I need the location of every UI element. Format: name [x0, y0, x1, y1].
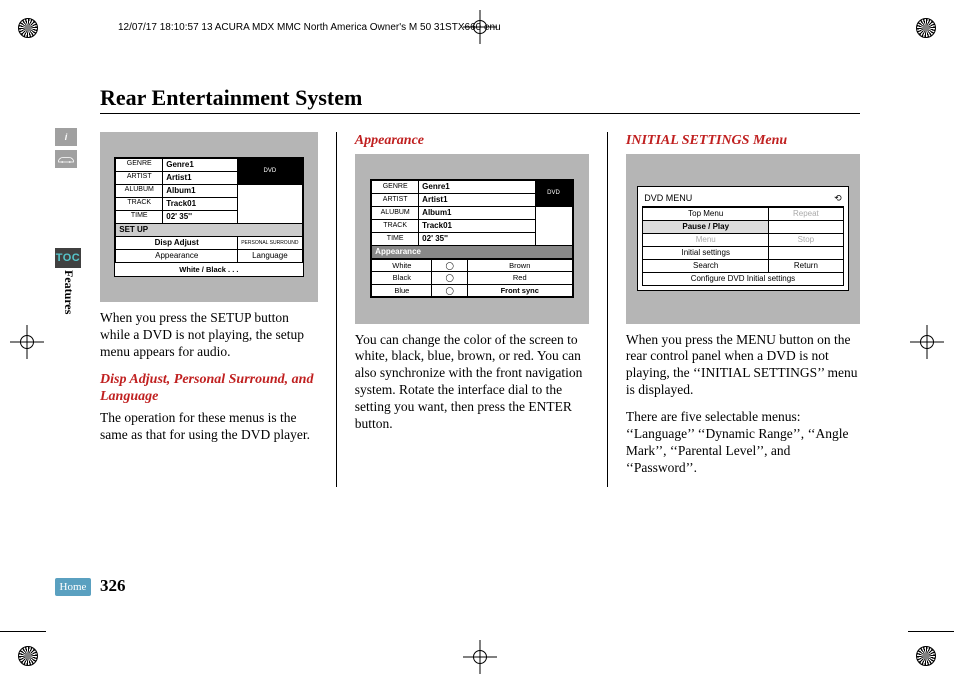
section-tab: Features [61, 270, 76, 314]
col3-heading: INITIAL SETTINGS Menu [626, 132, 860, 150]
column-1: GENREGenre1DVD ARTISTArtist1 ALUBUMAlbum… [100, 132, 318, 487]
info-icon[interactable] [55, 128, 77, 146]
col1-paragraph-2: The operation for these menus is the sam… [100, 410, 318, 444]
crosshair-bottom [463, 640, 497, 674]
col3-paragraph-1: When you press the MENU button on the re… [626, 332, 860, 400]
cutline [0, 631, 46, 632]
setup-menu-screenshot: GENREGenre1DVD ARTISTArtist1 ALUBUMAlbum… [100, 132, 318, 302]
col1-paragraph-1: When you press the SETUP button while a … [100, 310, 318, 361]
column-2: Appearance GENREGenre1DVD ARTISTArtist1 … [336, 132, 589, 487]
registration-mark-br [916, 646, 936, 666]
registration-mark-bl [18, 646, 38, 666]
col2-heading: Appearance [355, 132, 589, 150]
crosshair-left [10, 325, 44, 359]
page-number: 326 [100, 576, 126, 596]
cutline [908, 631, 954, 632]
page-title: Rear Entertainment System [100, 85, 860, 114]
registration-mark-tr [916, 18, 936, 38]
col2-paragraph-1: You can change the color of the screen t… [355, 332, 589, 433]
initial-settings-screenshot: DVD MENU⟲ Top MenuRepeat Pause / Play Me… [626, 154, 860, 324]
column-3: INITIAL SETTINGS Menu DVD MENU⟲ Top Menu… [607, 132, 860, 487]
sidebar [55, 128, 77, 168]
car-icon[interactable] [55, 150, 77, 168]
crosshair-right [910, 325, 944, 359]
appearance-screenshot: GENREGenre1DVD ARTISTArtist1 ALUBUMAlbum… [355, 154, 589, 324]
col1-subheading: Disp Adjust, Personal Surround, and Lang… [100, 371, 318, 406]
col3-paragraph-2: There are five selectable menus: ‘‘Langu… [626, 409, 860, 477]
registration-mark-tl [18, 18, 38, 38]
print-header: 12/07/17 18:10:57 13 ACURA MDX MMC North… [118, 22, 501, 33]
toc-button[interactable]: TOC [55, 248, 81, 268]
toc-block: TOC Features [55, 248, 81, 314]
home-button[interactable]: Home [55, 578, 91, 596]
